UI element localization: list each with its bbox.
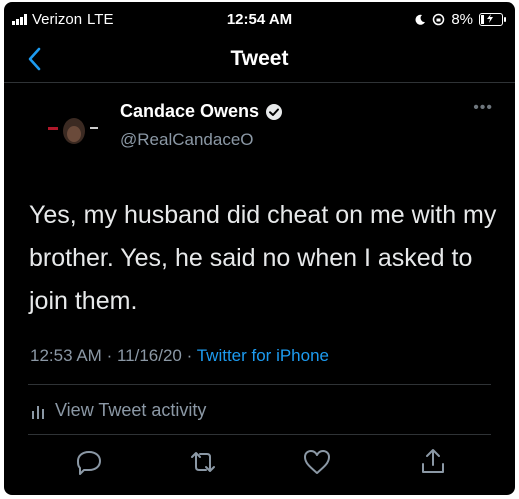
divider (28, 434, 491, 435)
avatar[interactable] (40, 101, 108, 161)
retweet-icon[interactable] (188, 447, 218, 477)
status-right: 8% (414, 11, 506, 28)
nav-bar: Tweet (4, 36, 515, 83)
tweet-author: Candace Owens @RealCandaceO ••• (4, 97, 515, 167)
verified-badge-icon (266, 103, 283, 120)
divider (28, 384, 491, 385)
more-button[interactable]: ••• (473, 99, 493, 117)
author-name[interactable]: Candace Owens (120, 101, 259, 122)
tweet-meta: 12:53 AM · 11/16/20 · Twitter for iPhone (30, 346, 329, 366)
status-bar: Verizon LTE 12:54 AM 8% (4, 2, 515, 36)
view-tweet-activity-button[interactable]: View Tweet activity (31, 400, 206, 421)
battery-charging-icon (479, 13, 506, 26)
lock-rotation-icon (433, 13, 445, 26)
tweet-date: 11/16/20 (116, 346, 182, 365)
author-handle[interactable]: @RealCandaceO (120, 130, 254, 150)
share-icon[interactable] (418, 447, 448, 477)
more-icon: ••• (473, 99, 493, 116)
author-name-row: Candace Owens (120, 101, 283, 122)
moon-icon (415, 14, 426, 25)
tweet-text: Yes, my husband did cheat on me with my … (29, 201, 497, 315)
tweet-time: 12:53 AM (30, 346, 102, 365)
phone-screen: Verizon LTE 12:54 AM 8% Tweet Candace Ow… (4, 2, 515, 495)
tweet-source-link[interactable]: Twitter for iPhone (197, 346, 329, 365)
battery-percent: 8% (451, 11, 473, 28)
reply-icon[interactable] (74, 447, 104, 477)
activity-bars-icon (32, 405, 44, 419)
page-title: Tweet (230, 47, 289, 70)
meta-separator: · (186, 346, 193, 365)
meta-separator: · (106, 346, 113, 365)
action-bar (4, 447, 515, 487)
activity-label: View Tweet activity (55, 400, 207, 420)
like-icon[interactable] (302, 447, 332, 477)
